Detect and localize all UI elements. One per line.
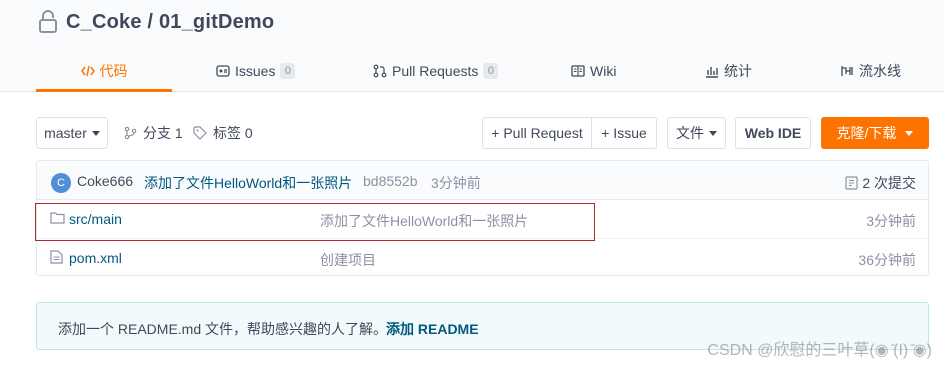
folder-icon	[50, 212, 65, 224]
branch-select-label: master	[44, 125, 87, 141]
tab-stats[interactable]: 统计	[705, 50, 752, 92]
tab-pipeline-label: 流水线	[859, 63, 901, 79]
tab-pipeline[interactable]: 流水线	[840, 50, 901, 92]
tags-link[interactable]: 标签 0	[193, 124, 253, 142]
tag-icon	[193, 126, 207, 140]
file-list: C Coke666 添加了文件HelloWorld和一张照片 bd8552b 3…	[36, 160, 929, 276]
commit-hash[interactable]: bd8552b	[363, 173, 418, 189]
file-commit-time: 36分钟前	[858, 252, 916, 268]
branch-icon	[124, 126, 137, 140]
tab-pull-requests-label: Pull Requests	[392, 63, 479, 79]
avatar[interactable]: C	[51, 173, 71, 193]
commits-count: 2 次提交	[862, 175, 916, 191]
repo-title: C_Coke / 01_gitDemo	[38, 10, 274, 34]
file-commit-message[interactable]: 创建项目	[320, 250, 376, 270]
readme-notice-text: 添加一个 README.md 文件，帮助感兴趣的人了解。	[58, 321, 388, 337]
lock-icon	[39, 10, 57, 33]
tab-stats-label: 统计	[724, 63, 752, 79]
file-menu-button[interactable]: 文件	[667, 117, 726, 149]
tab-pull-requests[interactable]: Pull Requests 0	[373, 50, 499, 92]
commit-author[interactable]: Coke666	[77, 173, 133, 189]
file-row-src-main[interactable]: src/main 添加了文件HelloWorld和一张照片 3分钟前	[37, 200, 928, 238]
commit-message[interactable]: 添加了文件HelloWorld和一张照片	[144, 173, 352, 193]
tab-code-label: 代码	[99, 63, 128, 79]
tab-issues[interactable]: Issues 0	[216, 50, 296, 92]
file-name[interactable]: pom.xml	[69, 250, 122, 266]
new-issue-button[interactable]: + Issue	[591, 117, 657, 149]
web-ide-label: Web IDE	[744, 125, 802, 141]
chevron-down-icon	[91, 130, 100, 136]
repo-header: C_Coke / 01_gitDemo 代码 Issues 0 Pull Req…	[0, 0, 944, 92]
issues-count-badge: 0	[280, 63, 296, 79]
new-pull-request-label: + Pull Request	[491, 125, 583, 141]
file-icon	[50, 250, 63, 264]
file-commit-time: 3分钟前	[866, 213, 916, 229]
latest-commit-row: C Coke666 添加了文件HelloWorld和一张照片 bd8552b 3…	[37, 161, 928, 200]
issues-icon	[216, 65, 230, 77]
clone-download-label: 克隆/下载	[836, 125, 897, 141]
add-readme-link[interactable]: 添加 README	[386, 319, 479, 339]
file-name[interactable]: src/main	[69, 211, 122, 227]
stats-icon	[706, 67, 718, 78]
code-icon	[80, 65, 95, 77]
wiki-icon	[571, 65, 585, 77]
branches-link[interactable]: 分支 1	[124, 124, 183, 142]
pull-request-icon	[373, 64, 387, 78]
repo-tabs: 代码 Issues 0 Pull Requests 0 Wiki 统计 流水线	[36, 50, 916, 92]
file-row-pom-xml[interactable]: pom.xml 创建项目 36分钟前	[37, 238, 928, 276]
commits-count-link[interactable]: 2 次提交	[845, 173, 916, 193]
commits-icon	[845, 176, 858, 190]
tab-issues-label: Issues	[235, 63, 276, 79]
pull-requests-count-badge: 0	[483, 63, 499, 79]
commit-time: 3分钟前	[431, 175, 481, 191]
repo-name[interactable]: C_Coke / 01_gitDemo	[66, 11, 274, 34]
tab-wiki-label: Wiki	[590, 63, 617, 79]
file-menu-label: 文件	[676, 125, 704, 141]
chevron-down-icon	[905, 130, 914, 136]
branches-count: 分支 1	[143, 125, 183, 141]
file-commit-message[interactable]: 添加了文件HelloWorld和一张照片	[320, 211, 528, 231]
pipeline-icon	[841, 66, 853, 76]
chevron-down-icon	[709, 130, 717, 136]
web-ide-button[interactable]: Web IDE	[735, 117, 811, 149]
tags-count: 标签 0	[213, 125, 253, 141]
tab-wiki[interactable]: Wiki	[571, 50, 616, 92]
clone-download-button[interactable]: 克隆/下载	[821, 117, 929, 149]
tab-code[interactable]: 代码	[36, 50, 172, 92]
branch-select[interactable]: master	[36, 117, 108, 149]
new-issue-label: + Issue	[601, 125, 647, 141]
new-pull-request-button[interactable]: + Pull Request	[482, 117, 592, 149]
watermark: CSDN @欣慰的三叶草(◉ ̄(I) ̄◉)	[707, 342, 932, 359]
